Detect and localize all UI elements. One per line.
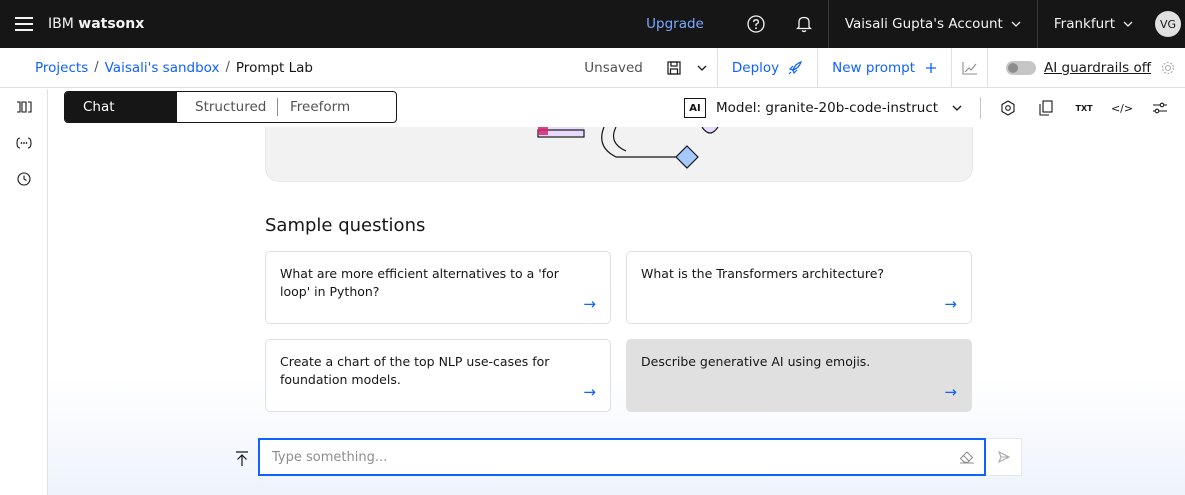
account-label: Vaisali Gupta's Account: [844, 16, 1003, 32]
send-icon: [997, 450, 1010, 464]
code-view-icon[interactable]: </>: [1103, 89, 1141, 127]
sample-question-card[interactable]: What is the Transformers architecture? →: [626, 251, 972, 324]
arrow-right-icon: →: [583, 295, 596, 313]
settings-icon[interactable]: [1151, 48, 1185, 88]
breadcrumb-separator: /: [94, 60, 99, 75]
flow-illustration: [537, 126, 719, 169]
tab-structured[interactable]: Structured: [177, 92, 277, 122]
arrow-right-icon: →: [944, 383, 957, 401]
history-icon[interactable]: [0, 161, 48, 197]
txt-view-icon[interactable]: TXT: [1065, 89, 1103, 127]
breadcrumb-bar: Projects / Vaisali's sandbox / Prompt La…: [0, 47, 1185, 88]
chat-input-wrapper: [258, 438, 986, 476]
upgrade-link[interactable]: Upgrade: [628, 16, 732, 32]
chat-input[interactable]: [260, 440, 950, 474]
welcome-illustration: [265, 126, 973, 182]
panel-toggle-icon[interactable]: [0, 89, 48, 125]
model-selector[interactable]: Model: granite-20b-code-instruct: [716, 100, 962, 116]
save-status: Unsaved: [584, 59, 643, 76]
analytics-icon[interactable]: [952, 47, 988, 88]
rocket-icon: [788, 60, 803, 74]
sample-question-text: What is the Transformers architecture?: [641, 266, 885, 281]
upload-icon[interactable]: [226, 443, 258, 475]
notification-icon[interactable]: [780, 0, 828, 48]
sample-question-text: What are more efficient alternatives to …: [280, 266, 559, 299]
breadcrumb-sandbox[interactable]: Vaisali's sandbox: [105, 60, 220, 76]
chevron-down-icon: [1011, 21, 1021, 27]
breadcrumb-separator: /: [225, 60, 230, 75]
ai-badge-icon: AI: [684, 98, 706, 118]
deploy-button[interactable]: Deploy: [716, 47, 819, 88]
add-icon: [926, 62, 936, 73]
prompt-toolbar: Chat Structured Freeform AI Model: grani…: [48, 89, 1185, 127]
variables-icon[interactable]: [0, 125, 48, 161]
account-switcher[interactable]: Vaisali Gupta's Account: [827, 0, 1037, 48]
guardrails-toggle[interactable]: [1006, 60, 1036, 75]
breadcrumb: Projects / Vaisali's sandbox / Prompt La…: [35, 60, 313, 76]
breadcrumb-current: Prompt Lab: [235, 59, 313, 76]
copy-icon[interactable]: [1027, 89, 1065, 127]
chat-area: Sample questions What are more efficient…: [48, 126, 1185, 495]
model-label: Model: granite-20b-code-instruct: [716, 100, 939, 116]
chevron-down-icon: [952, 105, 962, 111]
sample-question-card[interactable]: What are more efficient alternatives to …: [265, 251, 611, 324]
chevron-down-icon: [1123, 21, 1133, 27]
arrow-right-icon: →: [944, 295, 957, 313]
sample-question-card[interactable]: Describe generative AI using emojis. →: [626, 339, 972, 412]
menu-icon[interactable]: [0, 0, 48, 48]
new-prompt-label: New prompt: [832, 59, 915, 76]
arrow-right-icon: →: [583, 383, 596, 401]
sample-questions-title: Sample questions: [265, 215, 426, 236]
top-bar: IBM watsonx Upgrade Vaisali Gupta's Acco…: [0, 0, 1185, 48]
brand-product: watsonx: [78, 16, 145, 32]
adjust-icon[interactable]: [1141, 89, 1179, 127]
sample-question-card[interactable]: Create a chart of the top NLP use-cases …: [265, 339, 611, 412]
sample-question-text: Describe generative AI using emojis.: [641, 354, 871, 369]
model-params-icon[interactable]: [989, 89, 1027, 127]
avatar[interactable]: VG: [1155, 11, 1181, 37]
model-area: AI Model: granite-20b-code-instruct TXT …: [684, 89, 1179, 127]
product-brand[interactable]: IBM watsonx: [48, 16, 144, 32]
left-rail: [0, 89, 48, 495]
chevron-down-icon[interactable]: [687, 48, 717, 88]
tab-freeform[interactable]: Freeform: [277, 98, 350, 116]
sample-question-text: Create a chart of the top NLP use-cases …: [280, 354, 550, 387]
tab-chat[interactable]: Chat: [65, 92, 177, 122]
eraser-icon[interactable]: [950, 440, 984, 474]
send-button[interactable]: [986, 438, 1022, 476]
brand-prefix: IBM: [48, 16, 74, 32]
region-label: Frankfurt: [1053, 16, 1115, 32]
save-icon[interactable]: [661, 48, 687, 88]
region-switcher[interactable]: Frankfurt: [1036, 0, 1149, 48]
guardrails-label[interactable]: AI guardrails off: [1044, 60, 1151, 76]
breadcrumb-projects[interactable]: Projects: [35, 60, 88, 76]
deploy-label: Deploy: [731, 59, 780, 76]
new-prompt-button[interactable]: New prompt: [818, 47, 952, 88]
help-icon[interactable]: [732, 0, 780, 48]
mode-tabs: Chat Structured Freeform: [64, 91, 397, 123]
